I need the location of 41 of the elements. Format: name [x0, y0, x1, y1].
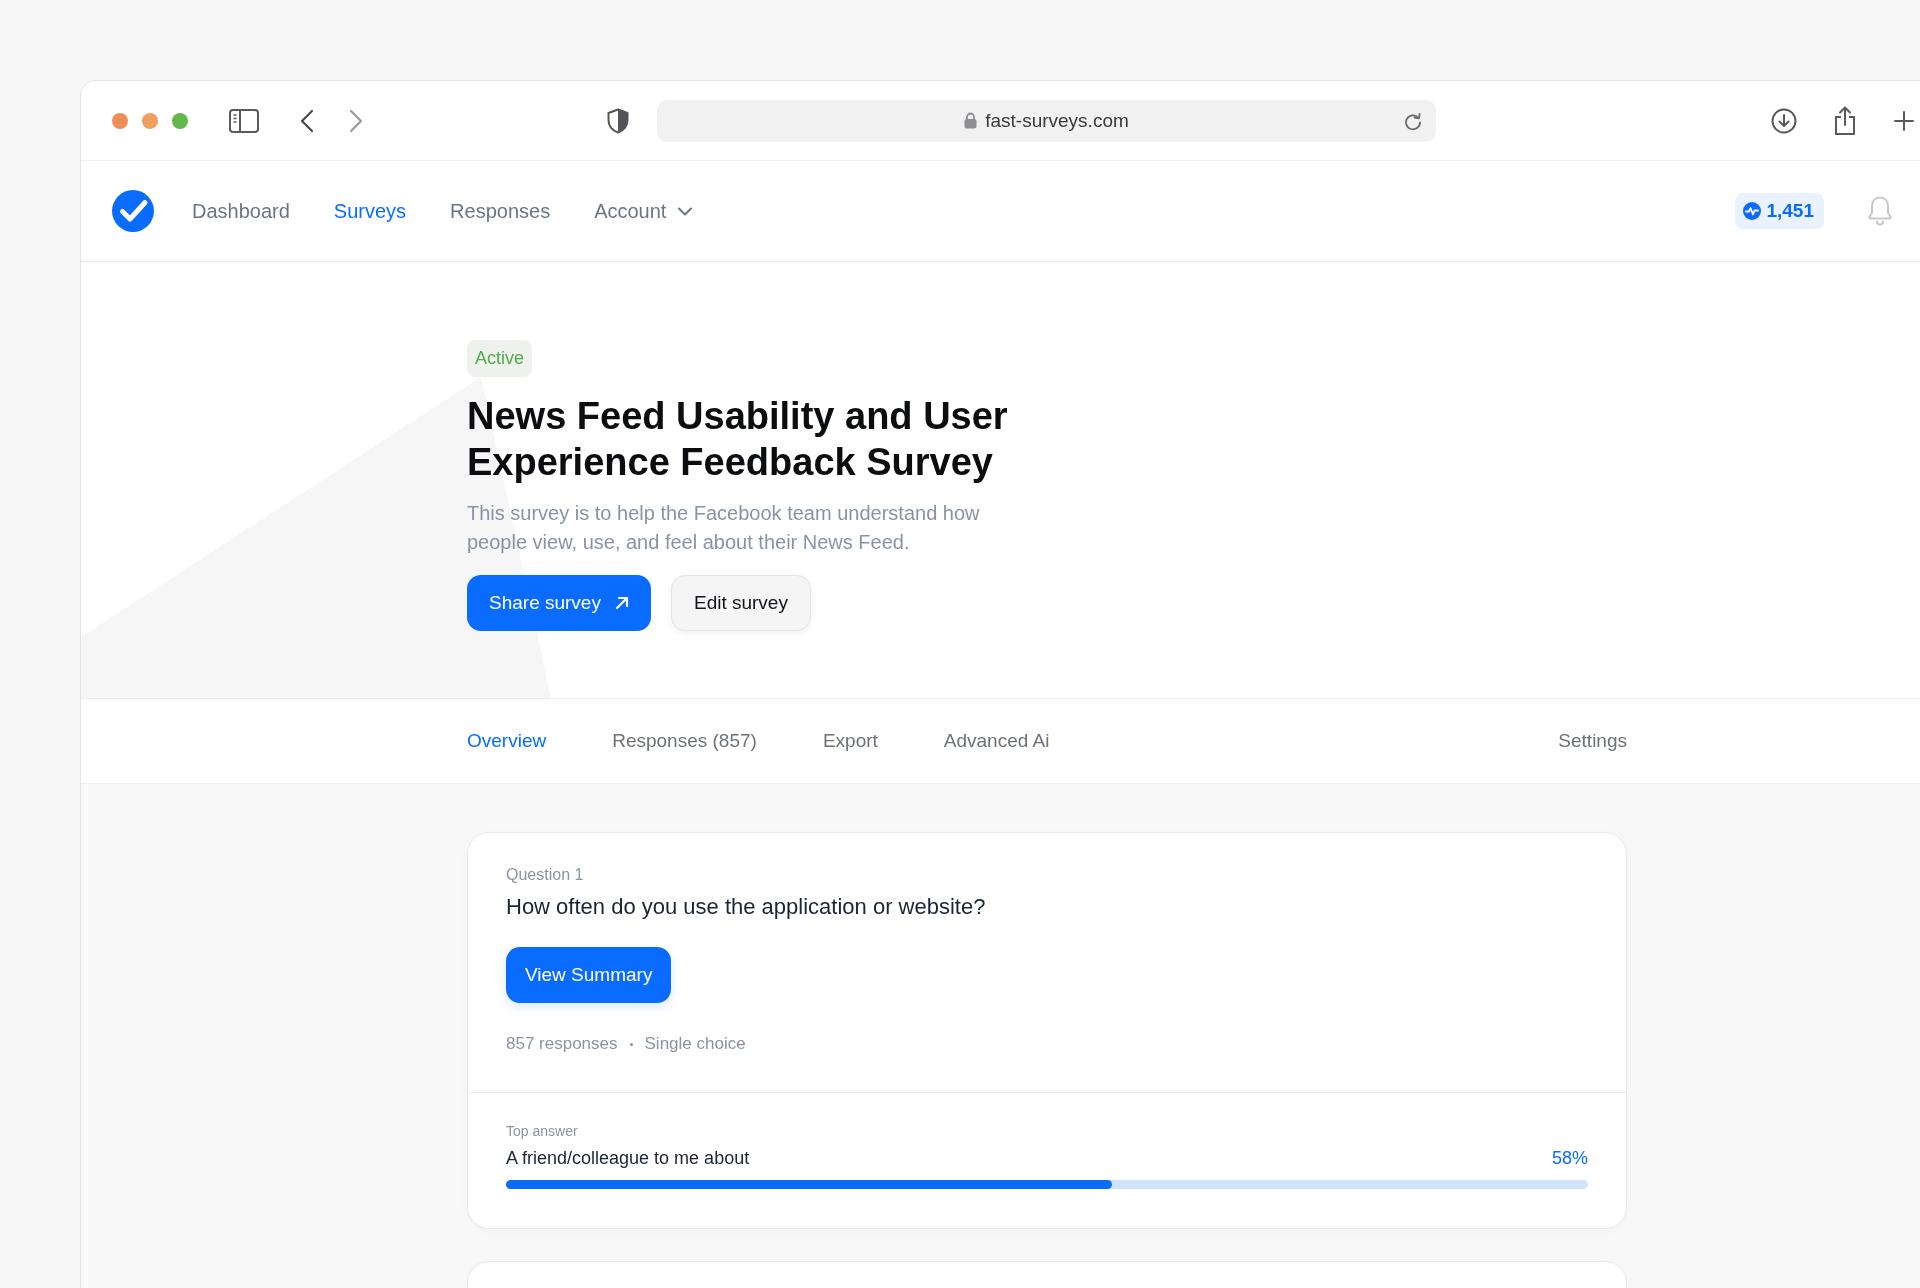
reload-icon[interactable]: [1404, 111, 1422, 131]
survey-title: News Feed Usability and User Experience Feedback Survey: [467, 394, 1009, 485]
address-bar[interactable]: fast-surveys.com: [657, 99, 1436, 142]
question-type: Single choice: [644, 1034, 746, 1054]
close-window-button[interactable]: [112, 112, 128, 129]
answer-percentage: 58%: [1551, 1148, 1588, 1169]
top-answer-label: Top answer: [506, 1123, 579, 1139]
nav-link[interactable]: Responses: [450, 199, 551, 223]
tab[interactable]: Overview: [467, 730, 547, 752]
sidebar-icon[interactable]: [229, 108, 259, 133]
question-text: How often do you use the application or website?: [506, 893, 987, 921]
back-icon[interactable]: [300, 108, 314, 133]
separator-dot-icon: [629, 1042, 633, 1046]
tab[interactable]: Responses (857): [612, 730, 757, 752]
lock-icon: [964, 112, 978, 129]
share-button[interactable]: Share survey: [467, 575, 651, 631]
response-count: 857 responses: [506, 1034, 618, 1054]
shield-icon[interactable]: [607, 107, 629, 134]
chevron-down-icon: [678, 206, 693, 216]
tab[interactable]: Export: [822, 730, 878, 752]
nav-link[interactable]: Dashboard: [192, 199, 290, 223]
nav-link[interactable]: Account: [594, 199, 693, 223]
question-number: Question 1: [506, 865, 585, 885]
share-icon[interactable]: [1833, 105, 1857, 136]
maximize-window-button[interactable]: [172, 112, 188, 129]
url-text: fast-surveys.com: [985, 109, 1129, 132]
credits-badge: 1,451: [1735, 193, 1824, 229]
view-summary-button[interactable]: View Summary: [506, 947, 672, 1003]
nav-link[interactable]: Surveys: [333, 199, 407, 223]
activity-icon: [1743, 202, 1762, 220]
tab[interactable]: Advanced Ai: [943, 730, 1050, 752]
arrow-up-right-icon: [614, 596, 629, 610]
forward-icon[interactable]: [349, 108, 363, 133]
edit-button[interactable]: Edit survey: [670, 575, 811, 631]
top-answer-text: A friend/colleague to me about: [506, 1148, 750, 1169]
new-tab-icon[interactable]: [1894, 110, 1914, 131]
survey-description: This survey is to help the Facebook team understand how people view, use, and feel about their News Feed.: [467, 501, 981, 555]
checkmark-logo-icon[interactable]: [112, 190, 154, 232]
tab[interactable]: Settings: [1558, 730, 1627, 752]
download-icon[interactable]: [1771, 107, 1797, 134]
status-badge: Active: [467, 340, 533, 377]
